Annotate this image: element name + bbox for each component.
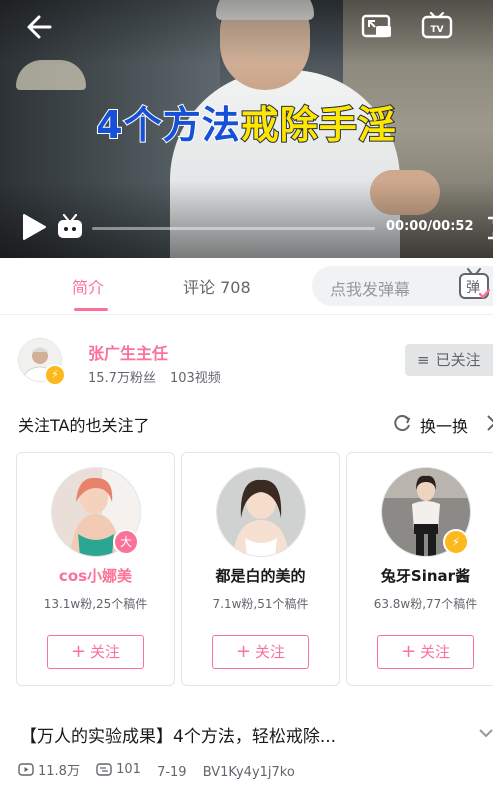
recommend-title: 关注TA的也关注了 bbox=[18, 416, 150, 435]
danmaku-send-icon[interactable]: 弹 bbox=[458, 268, 491, 302]
recommend-badge: 大 bbox=[113, 529, 139, 555]
danmaku-count-icon bbox=[96, 763, 112, 776]
uploader-followers: 15.7万粉丝 bbox=[88, 371, 156, 386]
recommend-name[interactable]: 都是白的美的 bbox=[182, 565, 339, 586]
tab-comments[interactable]: 评论 708 bbox=[183, 274, 251, 298]
video-player[interactable]: 4个方法戒除手淫 TV 00:00/00:52 bbox=[0, 0, 493, 258]
video-overlay-title: 4个方法戒除手淫 bbox=[0, 94, 493, 149]
danmaku-count: 101 bbox=[96, 762, 141, 777]
recommend-name[interactable]: 兔牙Sinar酱 bbox=[347, 565, 493, 586]
uploader-stats: 15.7万粉丝 103视频 bbox=[88, 367, 221, 386]
recommend-badge: ⚡ bbox=[443, 529, 469, 555]
followed-button[interactable]: ≡ 已关注 bbox=[405, 344, 493, 376]
follow-label: 关注 bbox=[90, 643, 121, 661]
progress-bar[interactable] bbox=[92, 227, 375, 230]
view-count: 11.8万 bbox=[18, 760, 80, 779]
svg-text:TV: TV bbox=[430, 25, 443, 35]
bvid: BV1Ky4y1j7ko bbox=[202, 765, 295, 780]
fullscreen-icon[interactable] bbox=[476, 216, 493, 240]
video-meta: 11.8万 101 7-19 BV1Ky4y1j7ko bbox=[18, 760, 307, 780]
picture-in-picture-icon[interactable] bbox=[360, 12, 394, 42]
danmaku-button-label: 弹 bbox=[466, 280, 480, 296]
uploader-video-count: 103视频 bbox=[169, 371, 221, 386]
video-title[interactable]: 【万人的实验成果】4个方法，轻松戒除... bbox=[20, 722, 460, 747]
danmaku-count-value: 101 bbox=[116, 762, 141, 777]
recommend-stats: 7.1w粉,51个稿件 bbox=[212, 597, 309, 611]
overlay-title-part2: 戒除手淫 bbox=[240, 102, 397, 148]
plus-icon: + bbox=[235, 641, 252, 662]
back-arrow-icon[interactable] bbox=[22, 12, 58, 42]
tab-active-indicator bbox=[74, 308, 108, 311]
follow-label: 关注 bbox=[420, 643, 451, 661]
recommend-card[interactable]: ⚡ 兔牙Sinar酱 63.8w粉,77个稿件 + 关注 bbox=[346, 452, 493, 686]
recommend-name[interactable]: cos小娜美 bbox=[17, 565, 174, 586]
play-icon[interactable] bbox=[18, 212, 48, 242]
chevron-right-icon[interactable] bbox=[486, 414, 493, 432]
play-count-icon bbox=[18, 763, 34, 776]
follow-label: 关注 bbox=[255, 643, 286, 661]
follow-button[interactable]: + 关注 bbox=[47, 635, 144, 669]
menu-lines-icon: ≡ bbox=[417, 351, 430, 369]
refresh-button[interactable]: 换一换 bbox=[420, 413, 468, 437]
recommend-card[interactable]: 都是白的美的 7.1w粉,51个稿件 + 关注 bbox=[181, 452, 340, 686]
overlay-title-part1: 4个方法 bbox=[95, 102, 241, 148]
refresh-icon[interactable] bbox=[392, 413, 412, 433]
playback-time: 00:00/00:52 bbox=[386, 219, 474, 234]
plus-icon: + bbox=[70, 641, 87, 662]
plus-icon: + bbox=[400, 641, 417, 662]
recommend-avatar[interactable] bbox=[216, 467, 306, 557]
tab-bar: 简介 评论 708 点我发弹幕 弹 bbox=[0, 258, 493, 315]
tab-intro[interactable]: 简介 bbox=[72, 274, 104, 298]
verified-badge-icon: ⚡ bbox=[44, 364, 66, 386]
follow-button[interactable]: + 关注 bbox=[377, 635, 474, 669]
danmaku-placeholder: 点我发弹幕 bbox=[330, 280, 411, 299]
chevron-down-icon[interactable] bbox=[478, 727, 493, 739]
recommend-stats: 63.8w粉,77个稿件 bbox=[373, 597, 478, 611]
danmaku-toggle-icon[interactable] bbox=[56, 214, 84, 240]
view-count-value: 11.8万 bbox=[38, 764, 80, 779]
follow-button[interactable]: + 关注 bbox=[212, 635, 309, 669]
publish-date: 7-19 bbox=[157, 765, 187, 780]
followed-label: 已关注 bbox=[435, 351, 481, 369]
recommend-card[interactable]: 大 cos小娜美 13.1w粉,25个稿件 + 关注 bbox=[16, 452, 175, 686]
tv-cast-icon[interactable]: TV bbox=[420, 12, 454, 42]
recommend-stats: 13.1w粉,25个稿件 bbox=[43, 597, 148, 611]
uploader-name[interactable]: 张广生主任 bbox=[88, 340, 168, 364]
